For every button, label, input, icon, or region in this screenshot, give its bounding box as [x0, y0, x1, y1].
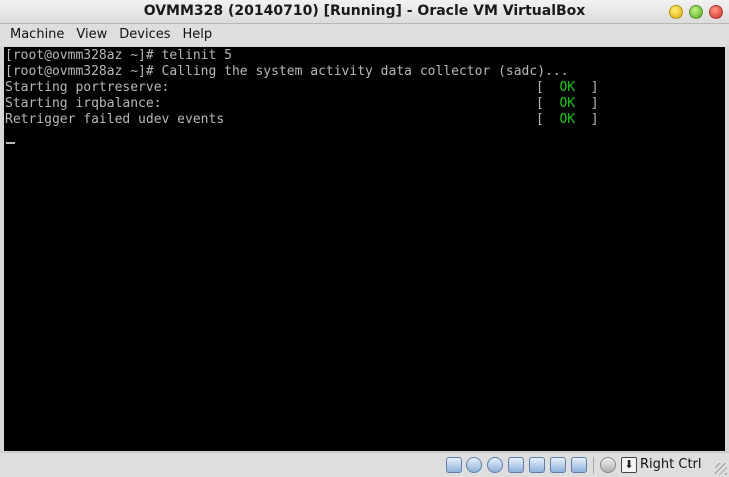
text-cursor — [6, 142, 15, 144]
menu-machine[interactable]: Machine — [4, 24, 70, 46]
status-open-bracket: [ — [536, 96, 560, 111]
minimize-button[interactable] — [669, 5, 683, 19]
console-line: Starting portreserve: — [5, 80, 170, 95]
title-bar[interactable]: OVMM328 (20140710) [Running] - Oracle VM… — [0, 0, 729, 24]
status-open-bracket: [ — [536, 80, 560, 95]
hard-disk-icon[interactable] — [446, 457, 462, 473]
network-icon[interactable] — [508, 457, 524, 473]
status-close-bracket: ] — [575, 112, 599, 127]
usb-icon[interactable] — [487, 457, 503, 473]
menu-bar: Machine View Devices Help — [0, 24, 729, 46]
console-line: Starting irqbalance: — [5, 96, 162, 111]
mouse-integration-icon[interactable] — [600, 457, 616, 473]
status-open-bracket: [ — [536, 112, 560, 127]
close-button[interactable] — [709, 5, 723, 19]
status-ok-udev: [ OK ] — [536, 112, 599, 128]
ok-label: OK — [559, 112, 576, 127]
display-icon[interactable] — [550, 457, 566, 473]
ok-label: OK — [559, 80, 576, 95]
window-title: OVMM328 (20140710) [Running] - Oracle VM… — [143, 3, 586, 19]
status-separator — [593, 457, 594, 474]
status-bar: ⬇ Right Ctrl — [0, 452, 729, 477]
console-line: [root@ovmm328az ~]# Calling the system a… — [5, 64, 569, 79]
resize-grip[interactable] — [715, 463, 727, 475]
status-ok-portreserve: [ OK ] — [536, 80, 599, 96]
shared-folders-icon[interactable] — [529, 457, 545, 473]
guest-console-screen[interactable]: [root@ovmm328az ~]# telinit 5 [root@ovmm… — [4, 47, 725, 451]
optical-drive-icon[interactable] — [466, 457, 482, 473]
menu-view[interactable]: View — [70, 24, 113, 46]
status-ok-irqbalance: [ OK ] — [536, 96, 599, 112]
maximize-button[interactable] — [689, 5, 703, 19]
menu-help[interactable]: Help — [177, 24, 219, 46]
ok-label: OK — [559, 96, 576, 111]
host-key-label: Right Ctrl — [640, 457, 702, 472]
keyboard-capture-icon[interactable]: ⬇ — [621, 457, 637, 473]
status-close-bracket: ] — [575, 80, 599, 95]
status-close-bracket: ] — [575, 96, 599, 111]
menu-devices[interactable]: Devices — [113, 24, 176, 46]
console-line: [root@ovmm328az ~]# telinit 5 — [5, 48, 232, 63]
console-line: Retrigger failed udev events — [5, 112, 225, 127]
video-capture-icon[interactable] — [571, 457, 587, 473]
